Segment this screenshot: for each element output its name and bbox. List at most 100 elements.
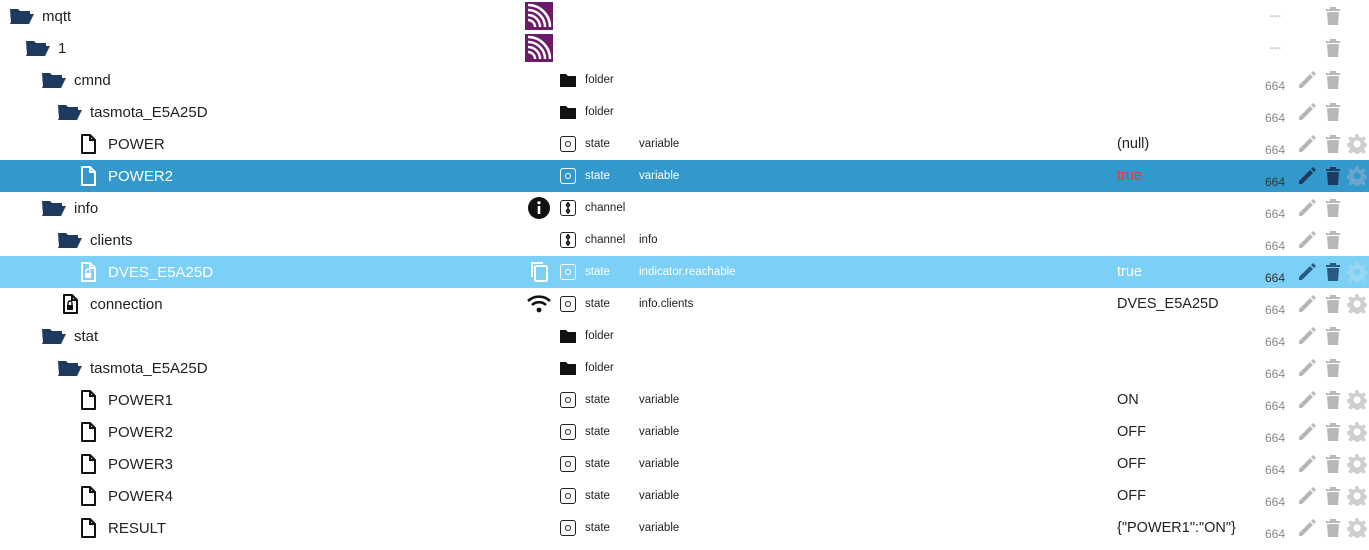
delete-button[interactable] — [1322, 192, 1344, 224]
value-cell[interactable]: DVES_E5A25D — [1117, 288, 1219, 320]
delete-button[interactable] — [1322, 160, 1344, 192]
value-cell[interactable]: true — [1117, 256, 1142, 288]
tree-row[interactable]: clients channel info 664 — [0, 224, 1369, 256]
tree-row[interactable]: POWER4 state variable OFF 664 — [0, 480, 1369, 512]
tree-item-name[interactable]: 1 — [24, 32, 66, 64]
edit-button[interactable] — [1296, 224, 1318, 256]
tree-row[interactable]: cmnd folder 664 — [0, 64, 1369, 96]
value-cell[interactable]: OFF — [1117, 416, 1146, 448]
role-cell: variable — [639, 458, 680, 470]
edit-button[interactable] — [1296, 160, 1318, 192]
settings-button[interactable] — [1346, 480, 1368, 512]
delete-button[interactable] — [1322, 128, 1344, 160]
tree-row[interactable]: info channel 664 — [0, 192, 1369, 224]
settings-button[interactable] — [1346, 128, 1368, 160]
tree-row[interactable]: POWER2 state variable OFF 664 — [0, 416, 1369, 448]
tree-item-name[interactable]: RESULT — [74, 512, 166, 544]
tree-item-name[interactable]: clients — [56, 224, 133, 256]
settings-button[interactable] — [1346, 256, 1368, 288]
tree-row[interactable]: POWER2 state variable true 664 — [0, 160, 1369, 192]
wifi-icon — [524, 288, 554, 320]
edit-button[interactable] — [1296, 256, 1318, 288]
tree-item-name[interactable]: stat — [40, 320, 98, 352]
tree-item-label: mqtt — [42, 7, 72, 25]
delete-button[interactable] — [1322, 64, 1344, 96]
delete-button[interactable] — [1322, 32, 1344, 64]
edit-button[interactable] — [1296, 352, 1318, 384]
tree-row[interactable]: POWER1 state variable ON 664 — [0, 384, 1369, 416]
tree-item-name[interactable]: connection — [56, 288, 163, 320]
value-cell[interactable]: true — [1117, 160, 1142, 192]
tree-row[interactable]: tasmota_E5A25D folder 664 — [0, 352, 1369, 384]
delete-button[interactable] — [1322, 320, 1344, 352]
delete-button[interactable] — [1322, 288, 1344, 320]
tree-item-name[interactable]: DVES_E5A25D — [74, 256, 213, 288]
role-cell: info.clients — [639, 298, 694, 310]
edit-button[interactable] — [1296, 288, 1318, 320]
tree-item-name[interactable]: POWER2 — [74, 160, 173, 192]
edit-button[interactable] — [1296, 480, 1318, 512]
tree-item-name[interactable]: cmnd — [40, 64, 111, 96]
edit-button[interactable] — [1296, 448, 1318, 480]
tree-item-name[interactable]: info — [40, 192, 98, 224]
delete-button[interactable] — [1322, 480, 1344, 512]
pencil-icon — [1297, 102, 1317, 122]
tree-row[interactable]: tasmota_E5A25D folder 664 — [0, 96, 1369, 128]
tree-row[interactable]: 1 --- — [0, 32, 1369, 64]
tree-row[interactable]: POWER3 state variable OFF 664 — [0, 448, 1369, 480]
edit-button[interactable] — [1296, 96, 1318, 128]
type-label: state — [585, 522, 610, 534]
tree-item-name[interactable]: POWER1 — [74, 384, 173, 416]
delete-button[interactable] — [1322, 448, 1344, 480]
tree-item-name[interactable]: POWER2 — [74, 416, 173, 448]
tree-row[interactable]: stat folder 664 — [0, 320, 1369, 352]
type-cell: state — [560, 448, 610, 480]
type-label: channel — [585, 202, 626, 214]
tree-row[interactable]: connection state info.clients DVES_E5A25D 66… — [0, 288, 1369, 320]
gear-icon — [1347, 294, 1367, 314]
settings-button[interactable] — [1346, 448, 1368, 480]
tree-item-name[interactable]: tasmota_E5A25D — [56, 96, 208, 128]
tree-item-name[interactable]: POWER3 — [74, 448, 173, 480]
tree-item-label: connection — [90, 295, 163, 313]
settings-button[interactable] — [1346, 416, 1368, 448]
edit-button[interactable] — [1296, 320, 1318, 352]
settings-button[interactable] — [1346, 512, 1368, 544]
trash-icon — [1325, 134, 1341, 154]
tree-item-name[interactable]: mqtt — [8, 0, 71, 32]
tree-row[interactable]: POWER state variable (null) 664 — [0, 128, 1369, 160]
settings-button[interactable] — [1346, 160, 1368, 192]
delete-button[interactable] — [1322, 224, 1344, 256]
settings-button[interactable] — [1346, 288, 1368, 320]
tree-row[interactable]: mqtt --- — [0, 0, 1369, 32]
edit-button[interactable] — [1296, 512, 1318, 544]
delete-button[interactable] — [1322, 0, 1344, 32]
edit-button[interactable] — [1296, 416, 1318, 448]
edit-button[interactable] — [1296, 64, 1318, 96]
tree-row[interactable]: RESULT state variable {"POWER1":"ON"} 664 — [0, 512, 1369, 544]
pencil-icon — [1297, 326, 1317, 346]
value-cell[interactable]: ON — [1117, 384, 1139, 416]
tree-item-name[interactable]: POWER4 — [74, 480, 173, 512]
delete-button[interactable] — [1322, 512, 1344, 544]
delete-button[interactable] — [1322, 384, 1344, 416]
value-cell[interactable]: OFF — [1117, 480, 1146, 512]
edit-button[interactable] — [1296, 384, 1318, 416]
value-cell[interactable]: (null) — [1117, 128, 1149, 160]
edit-button[interactable] — [1296, 192, 1318, 224]
folder-open-icon — [56, 230, 84, 250]
tree-item-name[interactable]: POWER — [74, 128, 165, 160]
trash-icon — [1325, 70, 1341, 90]
edit-button[interactable] — [1296, 128, 1318, 160]
value-cell[interactable]: OFF — [1117, 448, 1146, 480]
tree-item-name[interactable]: tasmota_E5A25D — [56, 352, 208, 384]
tree-row[interactable]: DVES_E5A25D state indicator.reachable true 6… — [0, 256, 1369, 288]
copy-icon[interactable] — [524, 256, 554, 288]
delete-button[interactable] — [1322, 256, 1344, 288]
value-cell[interactable]: {"POWER1":"ON"} — [1117, 512, 1236, 544]
delete-button[interactable] — [1322, 96, 1344, 128]
delete-button[interactable] — [1322, 352, 1344, 384]
settings-button[interactable] — [1346, 384, 1368, 416]
role-cell: variable — [639, 138, 680, 150]
delete-button[interactable] — [1322, 416, 1344, 448]
